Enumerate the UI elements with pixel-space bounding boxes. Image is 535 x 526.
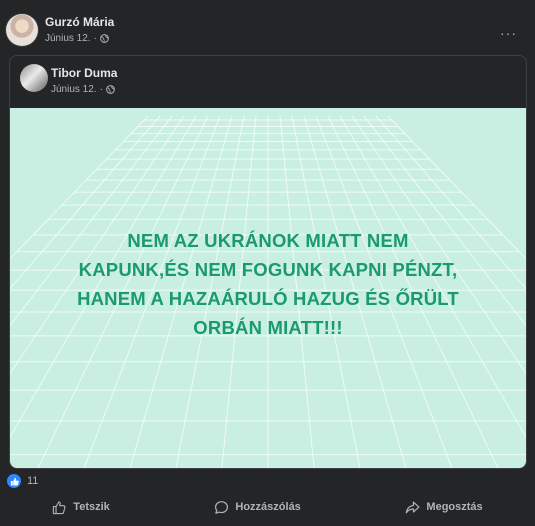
quote-line: KAPUNK,ÉS NEM FOGUNK KAPNI PÉNZT, bbox=[78, 259, 458, 280]
post-author-name[interactable]: Gurzó Mária bbox=[45, 15, 114, 29]
post-meta: Június 12. · bbox=[45, 33, 109, 44]
share-button-label: Megosztás bbox=[426, 501, 483, 513]
share-button[interactable]: Megosztás bbox=[395, 496, 492, 519]
share-icon bbox=[406, 500, 420, 513]
like-button-label: Tetszik bbox=[73, 501, 110, 513]
post-card: Gurzó Mária Június 12. · ··· Tibor Duma … bbox=[0, 0, 535, 526]
quote-line: NEM AZ UKRÁNOK MIATT NEM bbox=[127, 230, 409, 251]
more-options-icon[interactable]: ··· bbox=[500, 25, 517, 41]
image-quote-text: NEM AZ UKRÁNOK MIATT NEM KAPUNK,ÉS NEM F… bbox=[10, 226, 526, 342]
comment-button-label: Hozzászólás bbox=[235, 501, 301, 513]
like-icon bbox=[7, 474, 21, 488]
meta-separator: · bbox=[99, 84, 103, 95]
author-avatar[interactable] bbox=[6, 14, 38, 46]
meta-separator: · bbox=[93, 33, 97, 44]
globe-icon[interactable] bbox=[100, 34, 109, 43]
comment-icon bbox=[215, 500, 229, 514]
shared-post[interactable]: Tibor Duma Június 12. · NEM AZ UKRÁNOK M… bbox=[9, 55, 527, 469]
shared-author-avatar[interactable] bbox=[20, 64, 48, 92]
comment-button[interactable]: Hozzászólás bbox=[204, 496, 310, 519]
reaction-count[interactable]: 11 bbox=[27, 475, 38, 487]
like-button[interactable]: Tetszik bbox=[42, 496, 119, 519]
shared-post-meta: Június 12. · bbox=[51, 84, 115, 95]
quote-line: ORBÁN MIATT!!! bbox=[193, 317, 343, 338]
quote-line: HANEM A HAZAÁRULÓ HAZUG ÉS ŐRÜLT bbox=[77, 288, 459, 309]
post-actions-bar: Tetszik Hozzászólás Megosztás bbox=[0, 492, 535, 522]
shared-post-date[interactable]: Június 12. bbox=[51, 84, 97, 95]
reaction-summary[interactable]: 11 bbox=[7, 474, 38, 488]
post-date[interactable]: Június 12. bbox=[45, 33, 91, 44]
globe-icon[interactable] bbox=[106, 85, 115, 94]
shared-author-name[interactable]: Tibor Duma bbox=[51, 66, 117, 80]
post-image[interactable]: NEM AZ UKRÁNOK MIATT NEM KAPUNK,ÉS NEM F… bbox=[10, 108, 526, 468]
thumbs-up-icon bbox=[53, 500, 66, 514]
